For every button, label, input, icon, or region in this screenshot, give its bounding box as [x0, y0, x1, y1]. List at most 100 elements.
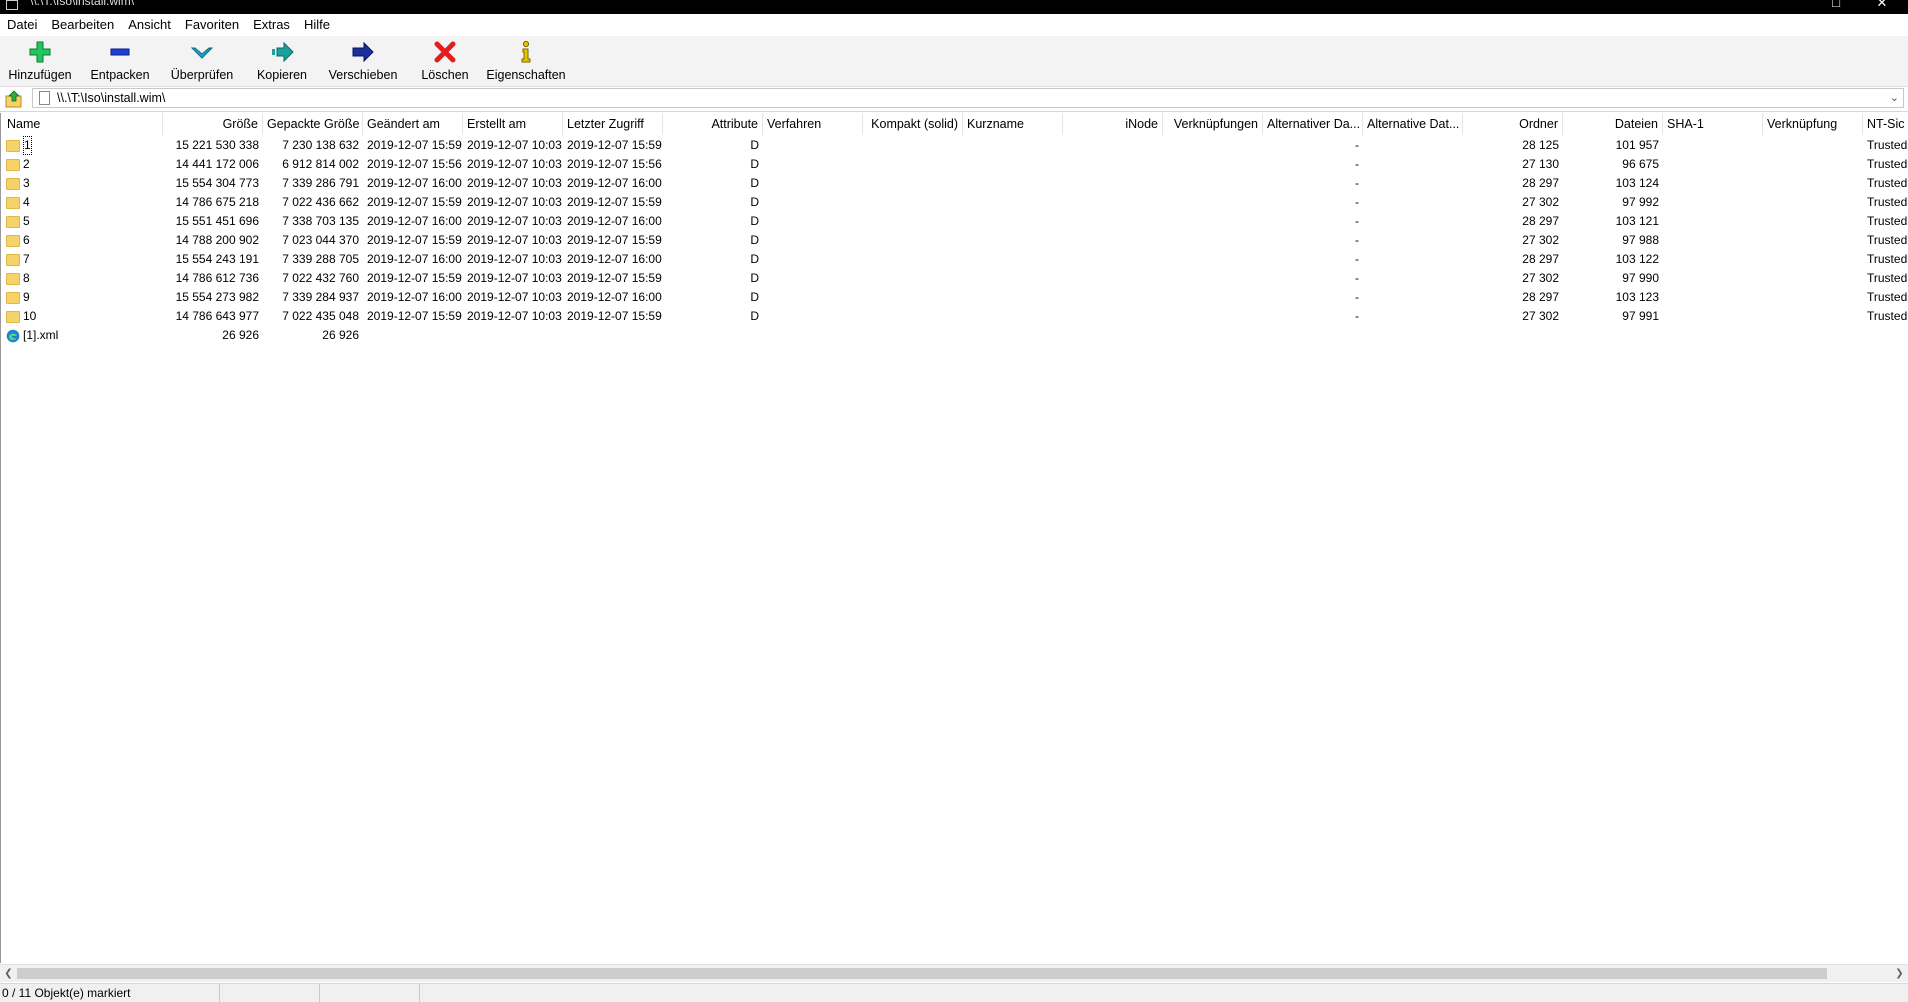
chevron-down-icon[interactable]: ⌄: [1890, 91, 1899, 104]
extract-button[interactable]: Entpacken: [90, 38, 150, 84]
item-name: 3: [23, 176, 30, 190]
col-header-inode[interactable]: iNode: [1063, 113, 1163, 135]
copy-arrow-icon: [272, 41, 294, 63]
files-cell: 97 992: [1622, 195, 1659, 209]
col-header-modified[interactable]: Geändert am: [363, 113, 463, 135]
copy-button[interactable]: Kopieren: [252, 38, 312, 84]
col-header-solid[interactable]: Kompakt (solid): [863, 113, 963, 135]
table-row[interactable]: 6 14 788 200 902 7 023 044 370 2019-12-0…: [0, 231, 1908, 250]
name-cell: 7: [0, 250, 163, 269]
altstream-cell: -: [1355, 138, 1359, 152]
table-row[interactable]: 3 15 554 304 773 7 339 286 791 2019-12-0…: [0, 174, 1908, 193]
name-cell: 8: [0, 269, 163, 288]
created-cell: 2019-12-07 10:03: [467, 214, 562, 228]
name-cell: 3: [0, 174, 163, 193]
menu-favoriten[interactable]: Favoriten: [178, 14, 246, 36]
add-button[interactable]: Hinzufügen: [8, 38, 72, 84]
col-header-shortname[interactable]: Kurzname: [963, 113, 1063, 135]
modified-cell: 2019-12-07 16:00: [367, 214, 462, 228]
accessed-cell: 2019-12-07 15:56: [567, 157, 662, 171]
delete-label: Löschen: [421, 68, 469, 82]
status-segment-2: [220, 984, 320, 1002]
table-row[interactable]: [1].xml 26 926 26 926: [0, 326, 1908, 345]
col-header-sha1[interactable]: SHA-1: [1663, 113, 1763, 135]
name-cell: 10: [0, 307, 163, 326]
menu-ansicht[interactable]: Ansicht: [121, 14, 178, 36]
ntsec-cell: Trusted: [1867, 309, 1908, 323]
move-button[interactable]: Verschieben: [329, 38, 397, 84]
col-header-created[interactable]: Erstellt am: [463, 113, 563, 135]
accessed-cell: 2019-12-07 15:59: [567, 271, 662, 285]
created-cell: 2019-12-07 10:03: [467, 290, 562, 304]
scroll-left-icon[interactable]: ❮: [0, 965, 17, 982]
table-row[interactable]: 7 15 554 243 191 7 339 288 705 2019-12-0…: [0, 250, 1908, 269]
test-button[interactable]: Überprüfen: [170, 38, 234, 84]
column-header-row: Name Größe Gepackte Größe Geändert am Er…: [0, 113, 1908, 135]
altstream-cell: -: [1355, 252, 1359, 266]
size-cell: 15 551 451 696: [175, 214, 259, 228]
table-row[interactable]: 9 15 554 273 982 7 339 284 937 2019-12-0…: [0, 288, 1908, 307]
folder-icon: [6, 215, 20, 228]
scroll-right-icon[interactable]: ❯: [1891, 965, 1908, 982]
folder-up-icon[interactable]: [4, 90, 24, 108]
col-header-links[interactable]: Verknüpfungen: [1163, 113, 1263, 135]
table-row[interactable]: 10 14 786 643 977 7 022 435 048 2019-12-…: [0, 307, 1908, 326]
size-cell: 14 441 172 006: [175, 157, 259, 171]
name-cell: [1].xml: [0, 326, 163, 345]
folder-icon: [6, 139, 20, 152]
accessed-cell: 2019-12-07 15:59: [567, 195, 662, 209]
path-input[interactable]: \\.\T:\Iso\install.wim\ ⌄: [32, 88, 1904, 108]
size-cell: 14 786 643 977: [175, 309, 259, 323]
item-name: 1: [23, 136, 32, 155]
altstream-cell: -: [1355, 290, 1359, 304]
col-header-attributes[interactable]: Attribute: [663, 113, 763, 135]
maximize-button[interactable]: □: [1824, 0, 1848, 10]
delete-button[interactable]: Löschen: [418, 38, 472, 84]
properties-button[interactable]: Eigenschaften: [486, 38, 566, 84]
item-name: 4: [23, 195, 30, 209]
col-header-packed[interactable]: Gepackte Größe: [263, 113, 363, 135]
col-header-method[interactable]: Verfahren: [763, 113, 863, 135]
attr-cell: D: [750, 233, 759, 247]
scrollbar-thumb[interactable]: [17, 968, 1827, 979]
status-bar: 0 / 11 Objekt(e) markiert: [0, 983, 1908, 1002]
menu-extras[interactable]: Extras: [246, 14, 297, 36]
name-cell: 4: [0, 193, 163, 212]
name-cell: 2: [0, 155, 163, 174]
files-cell: 103 121: [1615, 214, 1659, 228]
col-header-ntsec[interactable]: NT-Sic: [1863, 113, 1908, 135]
ntsec-cell: Trusted: [1867, 290, 1908, 304]
item-name: 5: [23, 214, 30, 228]
table-row[interactable]: 8 14 786 612 736 7 022 432 760 2019-12-0…: [0, 269, 1908, 288]
name-cell: 5: [0, 212, 163, 231]
title-bar: \\.\T:\Iso\install.wim\ □ ✕: [0, 0, 1908, 14]
col-header-name[interactable]: Name: [3, 113, 163, 135]
name-cell: 6: [0, 231, 163, 250]
menu-bearbeiten[interactable]: Bearbeiten: [44, 14, 121, 36]
col-header-files[interactable]: Dateien: [1563, 113, 1663, 135]
packed-cell: 7 339 286 791: [282, 176, 359, 190]
table-row[interactable]: 5 15 551 451 696 7 338 703 135 2019-12-0…: [0, 212, 1908, 231]
col-header-accessed[interactable]: Letzter Zugriff: [563, 113, 663, 135]
ntsec-cell: Trusted: [1867, 214, 1908, 228]
col-header-altstream2[interactable]: Alternative Dat...: [1363, 113, 1463, 135]
folders-cell: 28 297: [1522, 252, 1559, 266]
table-row[interactable]: 1 15 221 530 338 7 230 138 632 2019-12-0…: [0, 136, 1908, 155]
packed-cell: 7 339 288 705: [282, 252, 359, 266]
close-button[interactable]: ✕: [1870, 0, 1894, 11]
ntsec-cell: Trusted: [1867, 157, 1908, 171]
horizontal-scrollbar[interactable]: ❮ ❯: [0, 964, 1908, 982]
col-header-altstream1[interactable]: Alternativer Da...: [1263, 113, 1363, 135]
table-row[interactable]: 4 14 786 675 218 7 022 436 662 2019-12-0…: [0, 193, 1908, 212]
menu-hilfe[interactable]: Hilfe: [297, 14, 337, 36]
table-row[interactable]: 2 14 441 172 006 6 912 814 002 2019-12-0…: [0, 155, 1908, 174]
created-cell: 2019-12-07 10:03: [467, 271, 562, 285]
col-header-link[interactable]: Verknüpfung: [1763, 113, 1863, 135]
folder-icon: [6, 177, 20, 190]
col-header-folders[interactable]: Ordner: [1463, 113, 1563, 135]
modified-cell: 2019-12-07 15:59: [367, 271, 462, 285]
plus-icon: [29, 41, 51, 63]
check-icon: [190, 47, 214, 59]
menu-datei[interactable]: Datei: [0, 14, 44, 36]
col-header-size[interactable]: Größe: [163, 113, 263, 135]
